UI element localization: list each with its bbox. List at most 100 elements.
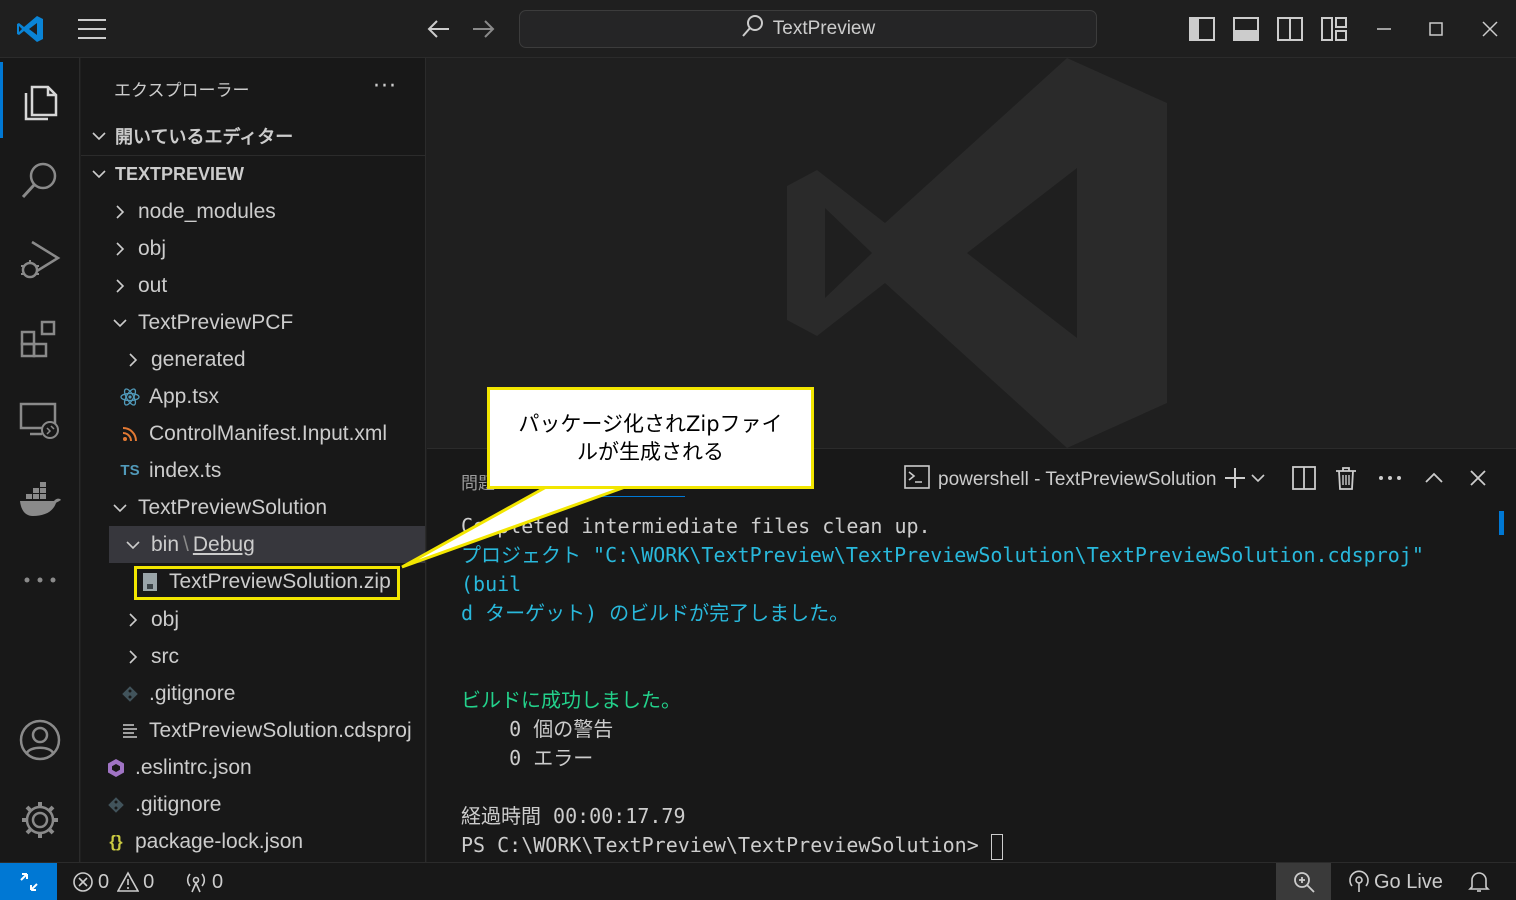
tree-item-label: TextPreviewSolution.cdsproj: [149, 718, 412, 742]
title-bar: TextPreview: [0, 0, 1516, 58]
tree-item-label: ControlManifest.Input.xml: [149, 421, 388, 445]
trash-icon[interactable]: [1331, 463, 1361, 493]
tree-item-index-ts[interactable]: TS index.ts: [81, 452, 425, 489]
tree-item-eslintrc[interactable]: .eslintrc.json: [81, 749, 425, 786]
ports-status[interactable]: 0: [184, 863, 223, 900]
status-bar: 0 0 0 Go Live: [0, 862, 1516, 900]
remote-indicator-button[interactable]: [0, 863, 57, 900]
tree-item-obj-2[interactable]: obj: [81, 601, 425, 638]
go-live-icon: [1349, 870, 1369, 892]
activity-bar: [0, 58, 80, 862]
lines-file-icon: [119, 723, 141, 739]
project-label: TEXTPREVIEW: [115, 163, 245, 184]
forward-arrow-icon[interactable]: [466, 12, 500, 46]
search-icon: [741, 14, 765, 44]
tree-item-label: index.ts: [149, 458, 222, 482]
remote-explorer-icon[interactable]: [0, 380, 80, 460]
split-terminal-icon[interactable]: [1289, 463, 1319, 493]
run-and-debug-icon[interactable]: [0, 220, 80, 300]
tree-item-app-tsx[interactable]: App.tsx: [81, 378, 425, 415]
settings-gear-icon[interactable]: [0, 780, 80, 860]
git-icon: [119, 685, 141, 703]
bell-icon: [1468, 872, 1490, 892]
toggle-secondary-sidebar-icon[interactable]: [1274, 14, 1306, 44]
zoom-in-icon: [1293, 872, 1315, 893]
tree-item-gitignore-root[interactable]: .gitignore: [81, 786, 425, 823]
tree-item-label: obj: [138, 236, 167, 260]
terminal-prompt: PS C:\WORK\TextPreview\TextPreviewSoluti…: [461, 833, 991, 857]
terminal-cursor: [990, 833, 1003, 860]
tree-item-generated[interactable]: generated: [81, 341, 425, 378]
tree-item-textpreviewpcf[interactable]: TextPreviewPCF: [81, 304, 425, 341]
tree-item-bin-debug[interactable]: bin \ Debug: [109, 526, 425, 563]
ports-count: 0: [212, 870, 224, 893]
terminal-line: 0 個の警告: [461, 717, 614, 741]
command-center-search[interactable]: TextPreview: [519, 10, 1097, 48]
tree-item-textpreviewsolution[interactable]: TextPreviewSolution: [81, 489, 425, 526]
more-actions-icon[interactable]: [1375, 463, 1405, 493]
chevron-down-icon: [110, 318, 130, 328]
chevron-down-icon: [89, 169, 109, 179]
react-icon: [119, 387, 141, 407]
error-icon: [73, 872, 93, 892]
toggle-primary-sidebar-icon[interactable]: [1186, 14, 1218, 44]
eslint-icon: [105, 758, 127, 778]
tree-item-controlmanifest[interactable]: ControlManifest.Input.xml: [81, 415, 425, 452]
go-live-button[interactable]: Go Live: [1348, 863, 1443, 900]
new-terminal-plus-icon[interactable]: [1220, 463, 1250, 493]
terminal-line: ビルドに成功しました。: [461, 688, 681, 712]
toggle-panel-icon[interactable]: [1230, 14, 1262, 44]
zip-file-highlight: [134, 566, 400, 600]
tree-item-label: obj: [151, 607, 180, 631]
tree-item-label: .eslintrc.json: [135, 755, 252, 779]
chevron-right-icon: [123, 352, 143, 367]
explorer-sidebar: エクスプローラー ··· 開いているエディター TEXTPREVIEW node…: [81, 58, 426, 862]
maximize-icon[interactable]: [1420, 14, 1452, 44]
tree-item-gitignore[interactable]: .gitignore: [81, 675, 425, 712]
tree-item-package-lock[interactable]: {} package-lock.json: [81, 823, 425, 860]
back-arrow-icon[interactable]: [422, 12, 456, 46]
tree-item-label-bin: bin: [151, 532, 180, 556]
vscode-logo-icon[interactable]: [10, 10, 50, 48]
chevron-down-icon[interactable]: [1250, 463, 1266, 493]
terminal-icon: [904, 465, 930, 495]
tree-item-label: .gitignore: [135, 792, 222, 816]
notifications-button[interactable]: [1468, 863, 1490, 900]
warning-icon: [117, 871, 140, 892]
tree-item-obj[interactable]: obj: [81, 230, 425, 267]
rss-icon: [119, 426, 141, 442]
terminal-selector[interactable]: powershell - TextPreviewSolution: [904, 465, 1216, 495]
minimize-icon[interactable]: [1368, 14, 1400, 44]
more-views-icon[interactable]: [0, 540, 80, 620]
explorer-more-actions-icon[interactable]: ···: [373, 74, 397, 99]
go-live-label: Go Live: [1374, 870, 1443, 893]
callout-line-1: パッケージ化されZipファイ: [518, 412, 783, 436]
terminal-output[interactable]: Completed intermiediate files clean up. …: [461, 512, 1501, 862]
docker-icon[interactable]: [0, 460, 80, 540]
customize-layout-icon[interactable]: [1318, 14, 1350, 44]
zoom-button[interactable]: [1276, 863, 1331, 900]
menu-icon[interactable]: [72, 12, 112, 46]
error-count: 0: [98, 870, 110, 893]
chevron-down-icon: [110, 503, 130, 513]
explorer-icon[interactable]: [0, 60, 80, 140]
warning-count: 0: [143, 870, 155, 893]
tree-item-cdsproj[interactable]: TextPreviewSolution.cdsproj: [81, 712, 425, 749]
maximize-panel-icon[interactable]: [1419, 463, 1449, 493]
search-view-icon[interactable]: [0, 140, 80, 220]
tree-item-out[interactable]: out: [81, 267, 425, 304]
chevron-right-icon: [110, 204, 130, 219]
close-window-icon[interactable]: [1474, 14, 1506, 44]
project-header[interactable]: TEXTPREVIEW: [81, 156, 425, 192]
annotation-callout: パッケージ化されZipファイ ルが生成される: [487, 387, 814, 489]
tree-item-src[interactable]: src: [81, 638, 425, 675]
problems-status[interactable]: 0 0: [72, 863, 154, 900]
chevron-down-icon: [123, 540, 143, 550]
accounts-icon[interactable]: [0, 700, 80, 780]
open-editors-header[interactable]: 開いているエディター: [81, 118, 425, 154]
chevron-down-icon: [89, 131, 109, 141]
extensions-icon[interactable]: [0, 300, 80, 380]
close-panel-icon[interactable]: [1463, 463, 1493, 493]
tree-item-node-modules[interactable]: node_modules: [81, 193, 425, 230]
tree-item-label: .gitignore: [149, 681, 236, 705]
